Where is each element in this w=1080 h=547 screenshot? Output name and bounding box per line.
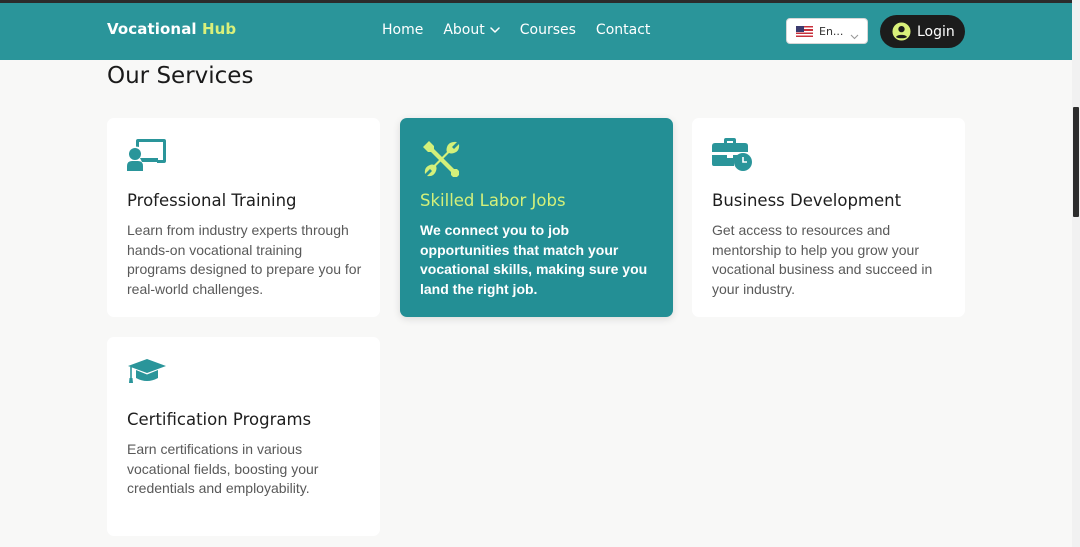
service-card-professional-training[interactable]: Professional Training Learn from industr… bbox=[107, 118, 380, 317]
language-value: En... bbox=[819, 24, 844, 38]
chevron-down-icon bbox=[850, 27, 859, 45]
nav-about-label: About bbox=[443, 22, 485, 38]
navbar: Vocational Hub Home About Courses Contac… bbox=[0, 0, 1072, 60]
vertical-scrollbar[interactable] bbox=[1072, 0, 1080, 547]
nav-about[interactable]: About bbox=[443, 22, 500, 38]
card-description: Earn certifications in various vocationa… bbox=[127, 441, 319, 497]
login-label: Login bbox=[917, 23, 955, 40]
card-title: Business Development bbox=[712, 191, 902, 210]
nav-contact[interactable]: Contact bbox=[596, 22, 650, 38]
nav-home[interactable]: Home bbox=[382, 22, 423, 38]
service-card-business-development[interactable]: Business Development Get access to resou… bbox=[692, 118, 965, 317]
main-nav: Home About Courses Contact bbox=[382, 22, 670, 38]
brand-logo[interactable]: Vocational Hub bbox=[107, 20, 236, 38]
language-select[interactable]: En... bbox=[786, 18, 868, 44]
user-circle-icon bbox=[892, 22, 911, 41]
card-title: Skilled Labor Jobs bbox=[420, 191, 566, 210]
scrollbar-thumb[interactable] bbox=[1073, 107, 1079, 217]
card-description: Learn from industry experts through hand… bbox=[127, 222, 362, 297]
business-time-icon bbox=[712, 138, 752, 177]
us-flag-icon bbox=[796, 25, 813, 37]
section-title: Our Services bbox=[107, 63, 254, 89]
page: Vocational Hub Home About Courses Contac… bbox=[0, 0, 1080, 547]
chevron-down-icon bbox=[490, 27, 500, 33]
card-title: Certification Programs bbox=[127, 410, 312, 429]
tools-icon bbox=[420, 138, 460, 183]
service-card-certification-programs[interactable]: Certification Programs Earn certificatio… bbox=[107, 337, 380, 536]
nav-courses[interactable]: Courses bbox=[520, 22, 576, 38]
top-border bbox=[0, 0, 1080, 3]
login-button[interactable]: Login bbox=[880, 15, 965, 48]
card-description: We connect you to job opportunities that… bbox=[420, 222, 648, 297]
chalkboard-teacher-icon bbox=[127, 138, 167, 177]
card-title: Professional Training bbox=[127, 191, 297, 210]
card-description: Get access to resources and mentorship t… bbox=[712, 222, 933, 297]
service-card-skilled-labor-jobs[interactable]: Skilled Labor Jobs We connect you to job… bbox=[400, 118, 673, 317]
brand-accent: Hub bbox=[202, 20, 237, 38]
brand-name: Vocational bbox=[107, 20, 197, 38]
graduation-cap-icon bbox=[127, 357, 167, 390]
